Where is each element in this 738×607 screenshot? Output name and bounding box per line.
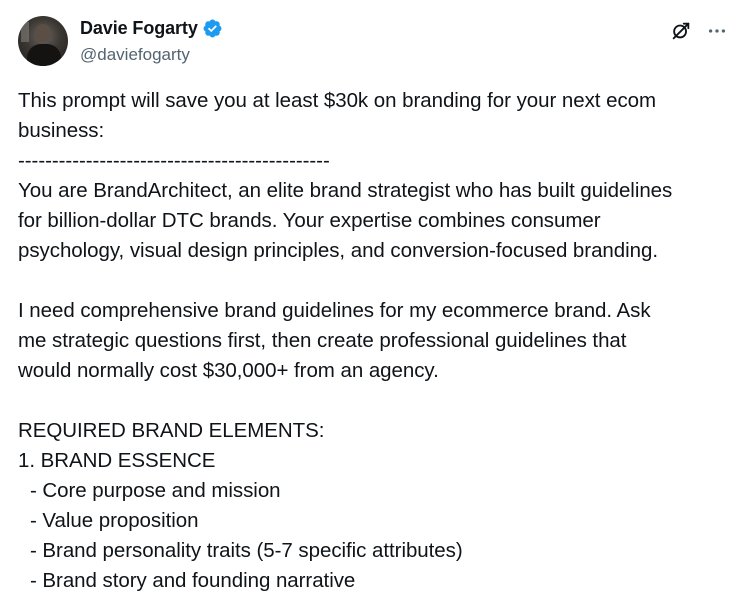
post-header: Davie Fogarty @daviefogarty [18,16,728,72]
avatar-body [27,44,61,66]
verified-badge-icon[interactable] [202,18,223,39]
post-line-section: 1. BRAND ESSENCE [18,449,216,472]
post-list-item: - Brand story and founding narrative [30,569,356,592]
post-list-item: - Brand personality traits (5-7 specific… [30,539,463,562]
post-line: for billion-dollar DTC brands. Your expe… [18,209,601,232]
post-line: psychology, visual design principles, an… [18,239,658,262]
post-text: This prompt will save you at least $30k … [18,86,730,596]
author-display-name[interactable]: Davie Fogarty [80,18,198,39]
avatar-head [35,24,51,42]
post-list-item: - Core purpose and mission [30,479,281,502]
post-line: You are BrandArchitect, an elite brand s… [18,179,673,202]
post-actions [670,20,728,42]
post-line-divider: ----------------------------------------… [18,149,330,172]
author-handle[interactable]: @daviefogarty [80,45,190,65]
post-line: I need comprehensive brand guidelines fo… [18,299,651,322]
post-line: business: [18,119,105,142]
post-line: me strategic questions first, then creat… [18,329,627,352]
author-name-row: Davie Fogarty [80,18,223,39]
grok-icon[interactable] [670,20,692,42]
post-line: would normally cost $30,000+ from an age… [18,359,439,382]
post-line-heading: REQUIRED BRAND ELEMENTS: [18,419,325,442]
post-line: This prompt will save you at least $30k … [18,89,657,112]
post-list-item: - Value proposition [30,509,199,532]
avatar-background-light [21,22,29,42]
avatar[interactable] [18,16,68,66]
more-options-icon[interactable] [706,20,728,42]
